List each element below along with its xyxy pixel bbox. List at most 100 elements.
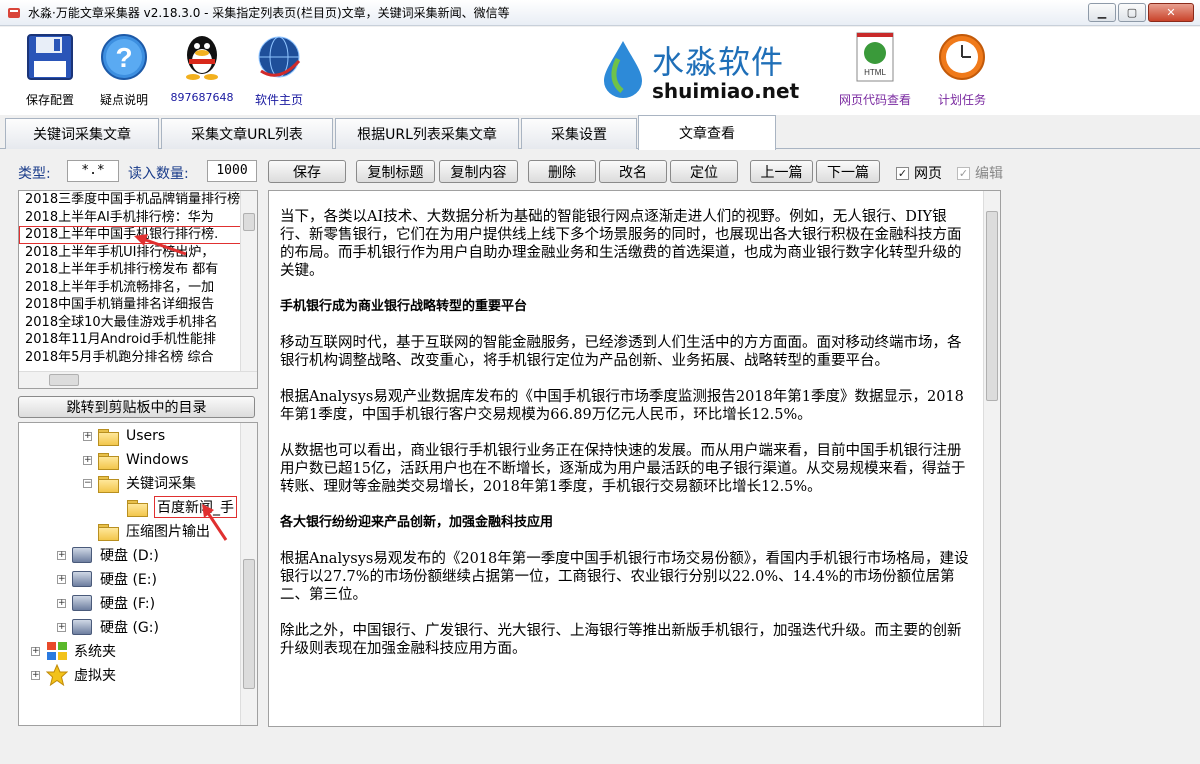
- folder-tree[interactable]: + Users + Windows − 关键词采集 百度新闻_手 压缩图片输出 …: [18, 422, 258, 726]
- scroll-thumb[interactable]: [243, 213, 255, 231]
- tree-node-drive-g[interactable]: + 硬盘 (G:): [57, 616, 159, 638]
- save-button[interactable]: 保存: [268, 160, 346, 183]
- folder-icon: [98, 452, 119, 470]
- maximize-button[interactable]: ▢: [1118, 3, 1146, 22]
- jump-to-clipboard-dir-button[interactable]: 跳转到剪贴板中的目录: [18, 396, 255, 418]
- annotation-arrow-icon: [202, 504, 228, 541]
- tree-node-system[interactable]: + 系统夹: [31, 640, 116, 662]
- tree-node-drive-e[interactable]: + 硬盘 (E:): [57, 568, 157, 590]
- tree-node-label: 关键词采集: [126, 476, 196, 492]
- article-heading: 手机银行成为商业银行战略转型的重要平台: [280, 299, 528, 314]
- scroll-thumb[interactable]: [243, 559, 255, 689]
- tree-node-label: Users: [126, 428, 166, 444]
- list-item[interactable]: 2018年11月Android手机性能排: [19, 331, 241, 349]
- brand-logo: 水淼软件 shuimiao.net: [600, 35, 800, 105]
- save-config-button[interactable]: 保存配置: [14, 31, 86, 108]
- article-body: 当下，各类以AI技术、大数据分析为基础的智能银行网点逐渐走进人们的视野。例如，无…: [280, 208, 970, 676]
- help-label: 疑点说明: [99, 93, 148, 107]
- delete-button[interactable]: 删除: [528, 160, 596, 183]
- tree-node-virtual[interactable]: + 虚拟夹: [31, 664, 116, 686]
- expand-icon[interactable]: +: [57, 574, 66, 584]
- read-count-label: 读入数量:: [128, 166, 189, 182]
- list-item[interactable]: 2018全球10大最佳游戏手机排名: [19, 314, 241, 332]
- list-item[interactable]: 2018上半年AI手机排行榜：华为: [19, 209, 241, 227]
- window-title: 水淼·万能文章采集器 v2.18.3.0 - 采集指定列表页(栏目页)文章，关键…: [28, 6, 510, 20]
- list-item[interactable]: 2018上半年手机流畅排名，一加: [19, 279, 241, 297]
- article-paragraph: 当下，各类以AI技术、大数据分析为基础的智能银行网点逐渐走进人们的视野。例如，无…: [280, 209, 962, 279]
- expand-icon[interactable]: +: [31, 646, 40, 656]
- list-item[interactable]: 2018年5月手机跑分排名榜 综合: [19, 349, 241, 367]
- folder-open-icon: [98, 475, 119, 493]
- list-item[interactable]: 2018上半年手机排行榜发布 都有: [19, 261, 241, 279]
- next-article-button[interactable]: 下一篇: [816, 160, 880, 183]
- scroll-thumb[interactable]: [986, 211, 998, 401]
- logo-chinese: 水淼软件: [652, 43, 785, 81]
- title-bar: 水淼·万能文章采集器 v2.18.3.0 - 采集指定列表页(栏目页)文章，关键…: [0, 0, 1200, 26]
- article-heading: 各大银行纷纷迎来产品创新，加强金融科技应用: [280, 515, 554, 530]
- article-scrollbar[interactable]: [983, 191, 1000, 726]
- tab-collect-by-url[interactable]: 根据URL列表采集文章: [335, 118, 519, 149]
- minimize-button[interactable]: ▁: [1088, 3, 1116, 22]
- expand-icon[interactable]: +: [31, 670, 40, 680]
- tasks-button[interactable]: 计划任务: [926, 31, 998, 108]
- type-input[interactable]: *.*: [67, 160, 119, 182]
- tab-bar: 关键词采集文章 采集文章URL列表 根据URL列表采集文章 采集设置 文章查看: [0, 115, 1200, 150]
- tree-node-drive-d[interactable]: + 硬盘 (D:): [57, 544, 159, 566]
- tree-node-compress[interactable]: 压缩图片输出: [98, 520, 210, 542]
- edit-checkbox: ✓ 编辑: [957, 163, 1003, 183]
- expand-icon[interactable]: +: [83, 431, 92, 441]
- windows-logo-icon: [47, 642, 67, 660]
- list-item[interactable]: 2018三季度中国手机品牌销量排行榜: [19, 191, 241, 209]
- tree-node-keyword[interactable]: − 关键词采集: [83, 472, 196, 494]
- folder-icon: [98, 428, 119, 446]
- tab-keyword-collect[interactable]: 关键词采集文章: [5, 118, 159, 149]
- annotation-arrow-icon: [134, 234, 187, 256]
- locate-button[interactable]: 定位: [670, 160, 738, 183]
- expand-icon[interactable]: +: [57, 550, 66, 560]
- article-list-vertical-scrollbar[interactable]: [240, 191, 257, 373]
- web-checkbox[interactable]: ✓ 网页: [896, 163, 942, 183]
- hard-drive-icon: [72, 595, 92, 611]
- star-icon: [46, 664, 68, 686]
- read-count-input[interactable]: 1000: [207, 160, 257, 182]
- window-controls: ▁ ▢ ✕: [1088, 3, 1194, 22]
- expand-icon[interactable]: +: [83, 455, 92, 465]
- tree-node-label: 系统夹: [74, 644, 116, 660]
- folder-tree-scrollbar[interactable]: [240, 423, 257, 725]
- hard-drive-icon: [72, 547, 92, 563]
- qq-button[interactable]: 897687648: [166, 31, 238, 104]
- homepage-button[interactable]: 软件主页: [243, 31, 315, 108]
- article-list-horizontal-scrollbar[interactable]: [19, 371, 257, 388]
- html-file-icon: HTML: [856, 32, 894, 82]
- article-paragraph: 根据Analysys易观发布的《2018年第一季度中国手机银行市场交易份额》，看…: [280, 551, 969, 603]
- app-icon: [8, 7, 20, 18]
- tree-node-drive-f[interactable]: + 硬盘 (F:): [57, 592, 155, 614]
- tab-url-list[interactable]: 采集文章URL列表: [161, 118, 333, 149]
- copy-content-button[interactable]: 复制内容: [439, 160, 518, 183]
- tree-node-label: 硬盘 (F:): [100, 596, 156, 612]
- tree-node-label: Windows: [126, 452, 189, 468]
- copy-title-button[interactable]: 复制标题: [356, 160, 435, 183]
- tree-node-users[interactable]: + Users: [83, 425, 165, 447]
- tab-article-view[interactable]: 文章查看: [638, 115, 776, 150]
- html-view-button[interactable]: HTML 网页代码查看: [830, 31, 920, 108]
- qq-number: 897687648: [170, 91, 234, 104]
- article-content-view[interactable]: 当下，各类以AI技术、大数据分析为基础的智能银行网点逐渐走进人们的视野。例如，无…: [268, 190, 1001, 727]
- tree-node-label: 虚拟夹: [74, 668, 116, 684]
- expand-icon[interactable]: +: [57, 622, 66, 632]
- scroll-thumb[interactable]: [49, 374, 79, 386]
- expand-icon[interactable]: +: [57, 598, 66, 608]
- svg-text:HTML: HTML: [864, 68, 886, 77]
- svg-text:?: ?: [115, 42, 132, 73]
- help-button[interactable]: ? 疑点说明: [88, 31, 160, 108]
- close-button[interactable]: ✕: [1148, 3, 1194, 22]
- tree-node-windows[interactable]: + Windows: [83, 449, 189, 471]
- rename-button[interactable]: 改名: [599, 160, 667, 183]
- prev-article-button[interactable]: 上一篇: [750, 160, 813, 183]
- collapse-icon[interactable]: −: [83, 478, 92, 488]
- article-paragraph: 从数据也可以看出，商业银行手机银行业务正在保持快速的发展。而从用户端来看，目前中…: [280, 443, 966, 495]
- article-list[interactable]: 2018三季度中国手机品牌销量排行榜 2018上半年AI手机排行榜：华为 201…: [18, 190, 258, 389]
- tab-settings[interactable]: 采集设置: [521, 118, 637, 149]
- list-item[interactable]: 2018中国手机销量排名详细报告: [19, 296, 241, 314]
- save-config-label: 保存配置: [25, 93, 74, 107]
